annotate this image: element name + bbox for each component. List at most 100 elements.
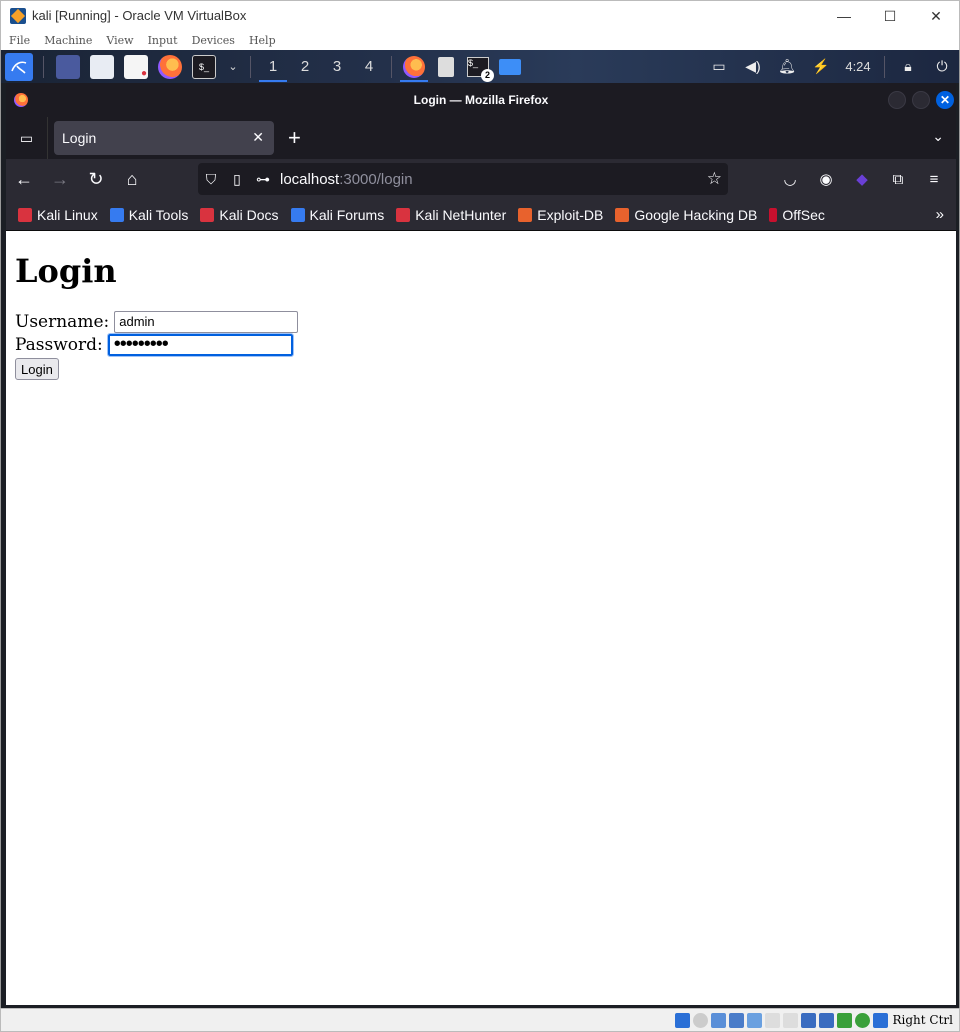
bookmark-label: OffSec [782, 206, 825, 223]
workspace-3[interactable]: 3 [321, 50, 353, 83]
page-info-icon[interactable]: ▯ [224, 163, 250, 195]
firefox-window: Login — Mozilla Firefox ✕ ▭ Login ✕ + ⌄ … [6, 83, 956, 1005]
guest-additions-icon[interactable] [854, 1012, 870, 1028]
folder-icon [499, 58, 521, 75]
display-status-icon[interactable] [782, 1012, 798, 1028]
workspace-4[interactable]: 4 [353, 50, 385, 83]
bookmark-kali-linux[interactable]: Kali Linux [18, 207, 98, 223]
minimize-button[interactable]: — [821, 1, 867, 31]
chevron-down-icon[interactable]: ⌄ [226, 55, 240, 79]
account-icon[interactable]: ◉ [808, 163, 844, 195]
panel-clock[interactable]: 4:24 [838, 59, 878, 74]
logout-icon[interactable]: ⏻ [925, 50, 959, 83]
mouse-integration-icon[interactable] [872, 1012, 888, 1028]
show-desktop-icon[interactable] [56, 54, 80, 79]
close-button[interactable]: ✕ [913, 1, 959, 31]
forward-button[interactable]: → [42, 163, 78, 195]
reload-button[interactable]: ↻ [78, 163, 114, 195]
back-button[interactable]: ← [6, 163, 42, 195]
new-tab-button[interactable]: + [288, 125, 301, 151]
pocket-icon[interactable]: ◡ [772, 163, 808, 195]
hard-disk-icon[interactable] [674, 1012, 690, 1028]
virtualization-icon[interactable] [818, 1012, 834, 1028]
bookmark-kali-tools[interactable]: Kali Tools [109, 207, 188, 223]
extensions-puzzle-icon[interactable]: ⧉ [880, 163, 916, 195]
kali-panel: ● $_ ⌄ 1 2 3 4 $_ 2 ▭ ◀) 🔔︎ ⚡ 4:24 🔒︎ ⏻ [1, 50, 959, 83]
shield-icon[interactable]: ⛉ [198, 163, 224, 195]
kali-menu-icon[interactable] [5, 52, 33, 81]
firefox-navbar: ← → ↻ ⌂ ⛉ ▯ ⊶ localhost:3000/login ☆ ◡ ◉… [6, 159, 956, 199]
menu-input[interactable]: Input [148, 34, 178, 47]
workspace-2[interactable]: 2 [289, 50, 321, 83]
ff-maximize-button[interactable] [912, 91, 930, 109]
vbox-titlebar: kali [Running] - Oracle VM VirtualBox — … [0, 0, 960, 30]
firefox-launcher-icon[interactable] [158, 54, 182, 79]
bookmark-label: Kali NetHunter [415, 206, 507, 223]
bookmarks-overflow-chevron-icon[interactable]: » [936, 206, 944, 223]
bookmark-star-icon[interactable]: ☆ [707, 169, 722, 189]
tab-overflow-chevron-icon[interactable]: ⌄ [932, 128, 944, 145]
firefox-window-controls: ✕ [882, 91, 954, 109]
key-icon[interactable]: ⊶ [250, 163, 276, 195]
file-manager-icon[interactable] [90, 54, 114, 79]
window-count-badge: 2 [481, 68, 494, 82]
bookmark-exploit-db[interactable]: Exploit-DB [518, 207, 603, 223]
panel-separator [43, 55, 44, 78]
hamburger-menu-icon[interactable]: ≡ [916, 163, 952, 195]
menu-file[interactable]: File [9, 34, 30, 47]
extension-icon[interactable]: ◆ [844, 163, 880, 195]
bookmark-kali-nethunter[interactable]: Kali NetHunter [396, 207, 506, 223]
url-bar[interactable]: ⛉ ▯ ⊶ localhost:3000/login ☆ [198, 163, 728, 195]
audio-icon[interactable] [710, 1012, 726, 1028]
username-label: Username: [15, 311, 110, 332]
power-battery-icon[interactable]: ⚡ [804, 50, 838, 83]
video-capture-icon[interactable] [800, 1012, 816, 1028]
notification-bell-icon[interactable]: 🔔︎ [770, 50, 804, 83]
taskbar-files[interactable] [494, 50, 526, 83]
taskbar-firefox[interactable] [398, 50, 430, 83]
cpu-activity-icon[interactable] [836, 1012, 852, 1028]
taskbar-editor[interactable] [430, 50, 462, 83]
terminal-icon: $_ 2 [467, 56, 494, 82]
firefox-tabbar: ▭ Login ✕ + ⌄ [6, 117, 956, 159]
firefox-logo-icon [14, 93, 28, 107]
usb-icon[interactable] [746, 1012, 762, 1028]
volume-icon[interactable]: ◀) [736, 50, 770, 83]
bookmark-google-hacking-db[interactable]: Google Hacking DB [615, 207, 757, 223]
text-editor-icon[interactable]: ● [124, 54, 148, 79]
ghdb-icon [615, 207, 630, 222]
bookmark-offsec[interactable]: OffSec [769, 207, 825, 223]
ff-minimize-button[interactable] [888, 91, 906, 109]
home-button[interactable]: ⌂ [114, 163, 150, 195]
password-input[interactable] [106, 332, 294, 357]
document-icon [438, 56, 454, 77]
network-icon[interactable] [728, 1012, 744, 1028]
panel-tray: ▭ ◀) 🔔︎ ⚡ 4:24 🔒︎ ⏻ [702, 50, 959, 83]
menu-help[interactable]: Help [249, 34, 276, 47]
shared-folders-icon[interactable] [764, 1012, 780, 1028]
page-content: Login Username: Password: Login [6, 231, 956, 1005]
menu-devices[interactable]: Devices [192, 34, 235, 47]
tab-close-icon[interactable]: ✕ [252, 129, 264, 146]
terminal-launcher-icon[interactable]: $_ [192, 54, 216, 79]
menu-machine[interactable]: Machine [44, 34, 92, 47]
tab-login[interactable]: Login ✕ [54, 121, 274, 155]
lock-screen-icon[interactable]: 🔒︎ [891, 50, 925, 83]
workspace-1[interactable]: 1 [257, 50, 289, 83]
username-input[interactable] [114, 310, 299, 333]
kali-docs-icon [200, 207, 215, 222]
bookmark-kali-forums[interactable]: Kali Forums [290, 207, 384, 223]
bookmarks-toolbar: Kali Linux Kali Tools Kali Docs Kali For… [6, 199, 956, 231]
login-button[interactable]: Login [15, 358, 59, 380]
kali-dragon-icon [18, 207, 32, 222]
maximize-button[interactable]: ☐ [867, 1, 913, 31]
display-icon[interactable]: ▭ [702, 50, 736, 83]
optical-drive-icon[interactable] [692, 1012, 708, 1028]
list-all-tabs-icon[interactable]: ▭ [6, 117, 48, 159]
menu-view[interactable]: View [106, 34, 133, 47]
ff-close-button[interactable]: ✕ [936, 91, 954, 109]
window-controls: — ☐ ✕ [821, 1, 959, 31]
bookmark-kali-docs[interactable]: Kali Docs [200, 207, 279, 223]
taskbar-terminal[interactable]: $_ 2 [462, 50, 494, 83]
kali-tools-icon [109, 207, 124, 222]
